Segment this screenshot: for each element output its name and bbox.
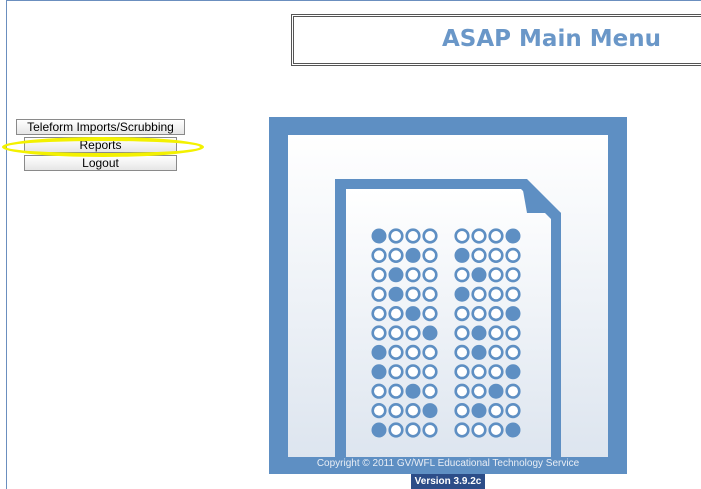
filled-bubble bbox=[371, 364, 387, 380]
empty-bubble bbox=[454, 383, 470, 399]
empty-bubble bbox=[488, 364, 504, 380]
empty-bubble bbox=[505, 247, 521, 263]
empty-bubble bbox=[371, 286, 387, 302]
empty-bubble bbox=[505, 403, 521, 419]
empty-bubble bbox=[505, 383, 521, 399]
empty-bubble bbox=[454, 364, 470, 380]
empty-bubble bbox=[471, 286, 487, 302]
empty-bubble bbox=[388, 383, 404, 399]
empty-bubble bbox=[405, 364, 421, 380]
filled-bubble bbox=[505, 422, 521, 438]
empty-bubble bbox=[388, 247, 404, 263]
empty-bubble bbox=[405, 403, 421, 419]
filled-bubble bbox=[371, 344, 387, 360]
empty-bubble bbox=[488, 422, 504, 438]
filled-bubble bbox=[471, 325, 487, 341]
empty-bubble bbox=[471, 247, 487, 263]
empty-bubble bbox=[371, 306, 387, 322]
filled-bubble bbox=[388, 267, 404, 283]
teleform-imports-button[interactable]: Teleform Imports/Scrubbing bbox=[16, 119, 185, 135]
empty-bubble bbox=[405, 267, 421, 283]
filled-bubble bbox=[505, 306, 521, 322]
empty-bubble bbox=[454, 422, 470, 438]
filled-bubble bbox=[405, 383, 421, 399]
filled-bubble bbox=[471, 267, 487, 283]
empty-bubble bbox=[454, 403, 470, 419]
empty-bubble bbox=[405, 422, 421, 438]
empty-bubble bbox=[422, 383, 438, 399]
empty-bubble bbox=[488, 306, 504, 322]
filled-bubble bbox=[371, 228, 387, 244]
empty-bubble bbox=[388, 344, 404, 360]
filled-bubble bbox=[471, 344, 487, 360]
empty-bubble bbox=[471, 422, 487, 438]
empty-bubble bbox=[422, 228, 438, 244]
empty-bubble bbox=[505, 267, 521, 283]
filled-bubble bbox=[405, 247, 421, 263]
empty-bubble bbox=[505, 344, 521, 360]
empty-bubble bbox=[371, 267, 387, 283]
empty-bubble bbox=[422, 247, 438, 263]
filled-bubble bbox=[454, 286, 470, 302]
title-banner: ASAP Main Menu bbox=[291, 14, 701, 66]
filled-bubble bbox=[471, 403, 487, 419]
empty-bubble bbox=[422, 306, 438, 322]
empty-bubble bbox=[388, 306, 404, 322]
filled-bubble bbox=[422, 403, 438, 419]
empty-bubble bbox=[454, 306, 470, 322]
logout-button[interactable]: Logout bbox=[24, 155, 177, 171]
empty-bubble bbox=[422, 286, 438, 302]
page-title: ASAP Main Menu bbox=[442, 26, 661, 52]
empty-bubble bbox=[454, 325, 470, 341]
empty-bubble bbox=[488, 286, 504, 302]
empty-bubble bbox=[422, 422, 438, 438]
empty-bubble bbox=[454, 228, 470, 244]
filled-bubble bbox=[422, 325, 438, 341]
empty-bubble bbox=[471, 364, 487, 380]
empty-bubble bbox=[388, 228, 404, 244]
empty-bubble bbox=[388, 422, 404, 438]
empty-bubble bbox=[454, 344, 470, 360]
empty-bubble bbox=[488, 325, 504, 341]
empty-bubble bbox=[405, 344, 421, 360]
empty-bubble bbox=[488, 247, 504, 263]
filled-bubble bbox=[488, 383, 504, 399]
empty-bubble bbox=[471, 383, 487, 399]
empty-bubble bbox=[422, 344, 438, 360]
filled-bubble bbox=[405, 306, 421, 322]
empty-bubble bbox=[454, 267, 470, 283]
filled-bubble bbox=[371, 422, 387, 438]
empty-bubble bbox=[371, 325, 387, 341]
filled-bubble bbox=[454, 247, 470, 263]
version-label: Version 3.9.2c bbox=[411, 474, 485, 489]
empty-bubble bbox=[471, 228, 487, 244]
empty-bubble bbox=[505, 325, 521, 341]
empty-bubble bbox=[371, 383, 387, 399]
answer-sheet-logo-icon: Copyright © 2011 GV/WFL Educational Tech… bbox=[269, 117, 627, 474]
reports-button[interactable]: Reports bbox=[24, 137, 177, 153]
empty-bubble bbox=[488, 228, 504, 244]
empty-bubble bbox=[388, 325, 404, 341]
empty-bubble bbox=[405, 325, 421, 341]
filled-bubble bbox=[505, 228, 521, 244]
empty-bubble bbox=[371, 403, 387, 419]
empty-bubble bbox=[405, 228, 421, 244]
empty-bubble bbox=[422, 364, 438, 380]
empty-bubble bbox=[505, 286, 521, 302]
empty-bubble bbox=[371, 247, 387, 263]
empty-bubble bbox=[388, 364, 404, 380]
empty-bubble bbox=[488, 344, 504, 360]
filled-bubble bbox=[388, 286, 404, 302]
empty-bubble bbox=[405, 286, 421, 302]
copyright-text: Copyright © 2011 GV/WFL Educational Tech… bbox=[317, 458, 580, 469]
empty-bubble bbox=[488, 267, 504, 283]
filled-bubble bbox=[505, 364, 521, 380]
empty-bubble bbox=[471, 306, 487, 322]
empty-bubble bbox=[488, 403, 504, 419]
empty-bubble bbox=[388, 403, 404, 419]
empty-bubble bbox=[422, 267, 438, 283]
